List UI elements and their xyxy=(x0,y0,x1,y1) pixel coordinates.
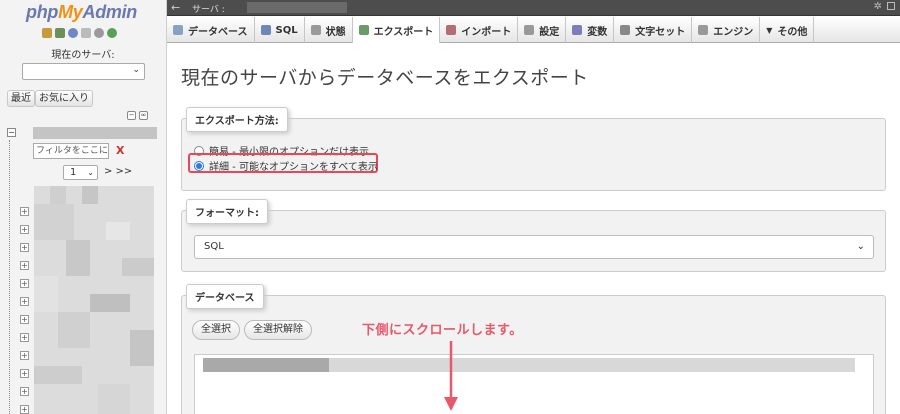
format-section: フォーマット: SQL ⌄ xyxy=(181,199,886,272)
link-icon[interactable]: ∞ xyxy=(139,111,148,120)
tab-variables[interactable]: 変数 xyxy=(566,17,615,43)
expand-icon[interactable]: + xyxy=(20,369,29,378)
down-arrow-icon xyxy=(444,341,458,411)
back-arrow-icon[interactable]: ← xyxy=(171,1,180,14)
tree-controls: − ∞ xyxy=(127,111,148,120)
collapse-icon[interactable]: − xyxy=(7,128,16,137)
filter-input[interactable]: フィルタをここに, xyxy=(33,143,109,159)
main-content: 現在のサーバからデータベースをエクスポート エクスポート方法: 簡易 - 最小限… xyxy=(167,43,900,414)
format-select[interactable]: SQL ⌄ xyxy=(194,235,874,259)
expand-icon[interactable]: + xyxy=(20,207,29,216)
custom-export-radio[interactable] xyxy=(194,160,204,171)
sql-icon xyxy=(260,25,271,35)
expand-icon[interactable]: + xyxy=(20,279,29,288)
tab-sql[interactable]: SQL xyxy=(255,17,305,43)
database-icon xyxy=(173,25,183,35)
charset-icon xyxy=(620,25,631,35)
collapse-all-icon[interactable]: − xyxy=(127,111,136,120)
wrench-icon xyxy=(524,25,535,35)
export-icon xyxy=(358,25,369,35)
tab-settings[interactable]: 設定 xyxy=(518,17,567,43)
expand-icon[interactable]: + xyxy=(20,405,29,414)
export-method-section: エクスポート方法: 簡易 - 最小限のオプションだけ表示 詳細 - 可能なオプシ… xyxy=(181,107,886,191)
page-select[interactable]: 1 ⌄ xyxy=(63,165,98,180)
tab-charsets[interactable]: 文字セット xyxy=(614,17,693,43)
server-breadcrumb[interactable]: サーバ : xyxy=(192,2,225,15)
expand-icon[interactable]: + xyxy=(20,243,29,252)
more-icon: ▼ xyxy=(766,25,773,35)
database-legend: データベース xyxy=(186,284,264,309)
database-list[interactable] xyxy=(194,354,874,414)
tree-root[interactable]: − xyxy=(5,127,157,140)
redacted-database-row-selected xyxy=(203,358,329,372)
redacted-server-name xyxy=(33,127,157,139)
redacted-database-names xyxy=(34,186,154,414)
unselect-all-button[interactable]: 全選択解除 xyxy=(244,320,312,340)
server-breadcrumb-bar: ← サーバ : ✲ xyxy=(167,0,900,16)
scroll-down-annotation: 下側にスクロールします。 xyxy=(362,323,523,338)
expand-icon[interactable]: + xyxy=(20,225,29,234)
maximize-icon[interactable] xyxy=(887,2,895,10)
tab-engines[interactable]: エンジン xyxy=(692,17,761,43)
tab-status[interactable]: 状態 xyxy=(305,17,353,43)
navigation-panel: phpMyAdmin 現在のサーバ: ⌄ 最近 お気に入り − ∞ − フィルタ… xyxy=(0,0,167,414)
chevron-down-icon: ⌄ xyxy=(87,168,94,177)
logout-icon[interactable] xyxy=(55,28,65,38)
expand-icon[interactable]: + xyxy=(20,351,29,360)
settings-icon[interactable] xyxy=(94,28,104,38)
export-method-legend: エクスポート方法: xyxy=(186,107,288,132)
docs-icon[interactable] xyxy=(81,28,91,38)
nav-icon-bar xyxy=(42,28,117,38)
tab-import[interactable]: インポート xyxy=(440,17,519,43)
favorites-button[interactable]: お気に入り xyxy=(35,90,93,107)
server-select[interactable]: ⌄ xyxy=(22,63,145,80)
home-icon[interactable] xyxy=(42,28,52,38)
expand-icon[interactable]: + xyxy=(20,333,29,342)
tab-more[interactable]: ▼ その他 xyxy=(760,17,815,43)
expand-icon[interactable]: + xyxy=(20,315,29,324)
expand-icon[interactable]: + xyxy=(20,261,29,270)
page-next-links[interactable]: > >> xyxy=(104,166,132,177)
import-icon xyxy=(446,25,457,35)
help-icon[interactable] xyxy=(68,28,78,38)
tab-menu: データベース SQL 状態 エクスポート インポート 設定 変数 文字セット エ… xyxy=(167,17,900,44)
tab-export[interactable]: エクスポート xyxy=(352,17,441,44)
tree-connector xyxy=(9,140,10,414)
reload-icon[interactable] xyxy=(107,28,117,38)
variables-icon xyxy=(572,25,583,35)
database-section: データベース 全選択 全選択解除 xyxy=(181,284,886,414)
current-server-label: 現在のサーバ: xyxy=(51,50,115,61)
chevron-down-icon: ⌄ xyxy=(132,65,140,75)
select-all-button[interactable]: 全選択 xyxy=(192,320,240,340)
gear-icon[interactable]: ✲ xyxy=(874,1,882,12)
custom-export-option[interactable]: 詳細 - 可能なオプションをすべて表示 xyxy=(194,158,378,173)
status-icon xyxy=(310,25,321,35)
recent-button[interactable]: 最近 xyxy=(7,90,35,107)
expand-icon[interactable]: + xyxy=(20,297,29,306)
phpmyadmin-logo[interactable]: phpMyAdmin xyxy=(26,2,137,23)
format-legend: フォーマット: xyxy=(186,199,268,224)
redacted-server-address xyxy=(247,2,347,13)
engine-icon xyxy=(698,25,709,35)
chevron-down-icon: ⌄ xyxy=(856,241,865,252)
tab-databases[interactable]: データベース xyxy=(167,17,255,43)
clear-filter-button[interactable]: X xyxy=(116,144,124,157)
page-title: 現在のサーバからデータベースをエクスポート xyxy=(181,67,589,89)
expand-icon[interactable]: + xyxy=(20,387,29,396)
